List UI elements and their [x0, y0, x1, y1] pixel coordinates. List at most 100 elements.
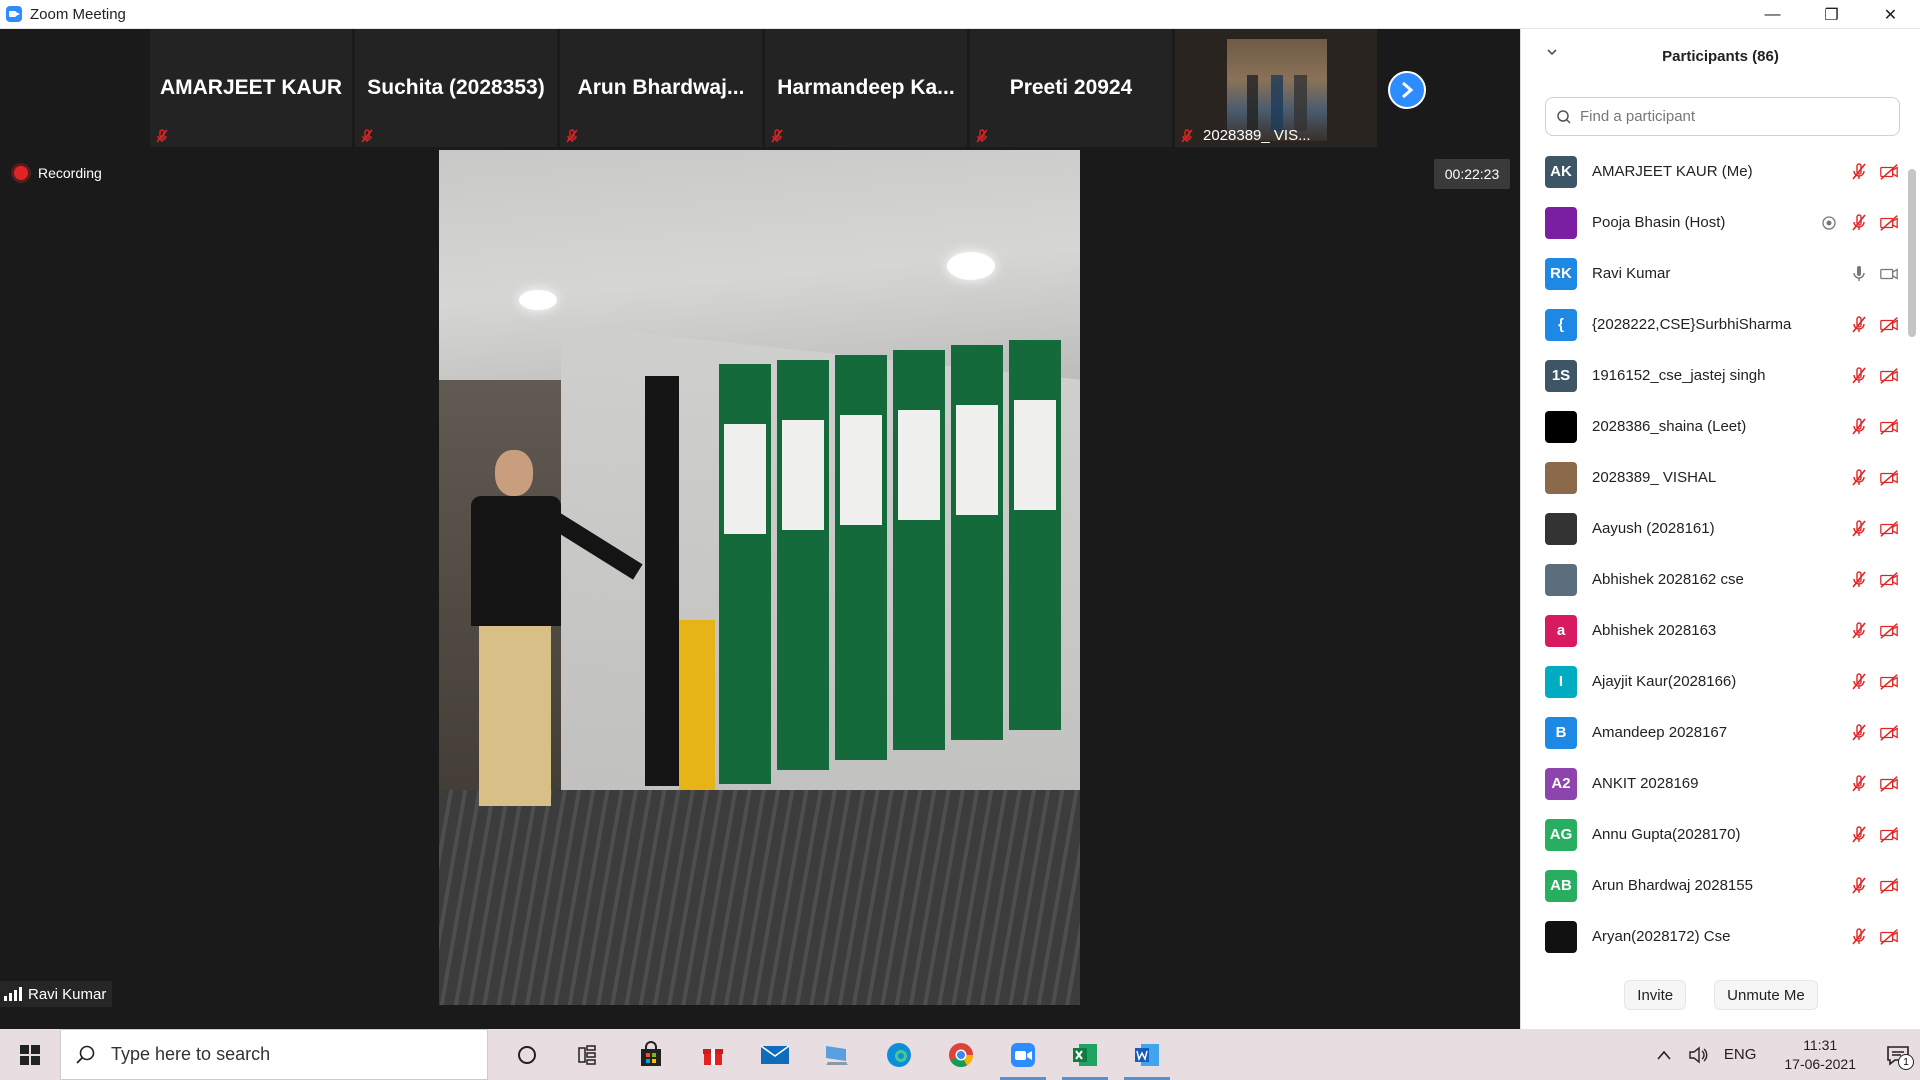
presenter-figure	[457, 450, 643, 840]
chrome-app[interactable]	[930, 1029, 992, 1080]
chevron-down-icon[interactable]	[1545, 45, 1559, 59]
windows-taskbar: ENG 11:31 17-06-2021 1	[0, 1029, 1920, 1080]
recording-indicator[interactable]: Recording	[14, 165, 102, 181]
muted-mic-icon	[1849, 570, 1869, 590]
participants-scrollbar[interactable]	[1908, 169, 1916, 969]
unmute-me-button[interactable]: Unmute Me	[1714, 980, 1818, 1010]
title-bar: Zoom Meeting — ❐ ✕	[0, 0, 1920, 29]
video-off-icon	[1879, 519, 1899, 539]
active-speaker-video[interactable]	[439, 150, 1080, 1005]
zoom-app[interactable]	[992, 1029, 1054, 1080]
participant-row[interactable]: Abhishek 2028162 cse	[1521, 554, 1907, 605]
active-speaker-name: Ravi Kumar	[28, 985, 107, 1003]
explorer-app[interactable]	[806, 1029, 868, 1080]
muted-mic-icon	[1849, 162, 1869, 182]
word-app[interactable]	[1116, 1029, 1178, 1080]
participant-name: Ravi Kumar	[1592, 265, 1671, 282]
participant-status-icons	[1849, 350, 1899, 401]
participant-name: {2028222,CSE}SurbhiSharma	[1592, 316, 1792, 333]
notification-count: 1	[1898, 1054, 1914, 1070]
restore-button[interactable]: ❐	[1802, 0, 1861, 29]
close-button[interactable]: ✕	[1861, 0, 1920, 29]
participant-row[interactable]: { {2028222,CSE}SurbhiSharma	[1521, 299, 1907, 350]
participant-row[interactable]: AB Arun Bhardwaj 2028155	[1521, 860, 1907, 911]
participant-row[interactable]: B Amandeep 2028167	[1521, 707, 1907, 758]
video-off-icon	[1879, 468, 1899, 488]
participants-panel: Participants (86) AK AMARJEET KAUR (Me) Po…	[1520, 29, 1920, 1029]
search-input[interactable]	[1580, 108, 1880, 125]
presenter-legs	[479, 626, 551, 806]
participant-row[interactable]: Aayush (2028161)	[1521, 503, 1907, 554]
video-off-icon	[1879, 162, 1899, 182]
gift-icon	[703, 1048, 723, 1065]
search-icon	[76, 1045, 95, 1064]
thumbnail-tile-video[interactable]: 2028389_ VIS...	[1175, 29, 1377, 147]
participant-row[interactable]: RK Ravi Kumar	[1521, 248, 1907, 299]
edge-app[interactable]	[868, 1029, 930, 1080]
thumbnail-tile[interactable]: Harmandeep Ka...	[765, 29, 967, 147]
taskbar-clock[interactable]: 11:31 17-06-2021	[1764, 1036, 1876, 1074]
participant-status-icons	[1849, 554, 1899, 605]
signal-strength-icon	[4, 987, 22, 1001]
muted-mic-icon	[1849, 213, 1869, 233]
muted-mic-icon	[361, 129, 373, 143]
participant-row[interactable]: AG Annu Gupta(2028170)	[1521, 809, 1907, 860]
avatar: 1S	[1545, 359, 1577, 392]
taskbar-search	[60, 1029, 488, 1080]
participant-status-icons	[1849, 401, 1899, 452]
participant-row[interactable]: Aryan(2028172) Cse	[1521, 911, 1907, 962]
participant-row[interactable]: a Abhishek 2028163	[1521, 605, 1907, 656]
window-controls: — ❐ ✕	[1743, 0, 1920, 29]
next-page-button[interactable]	[1388, 71, 1426, 109]
avatar: RK	[1545, 257, 1577, 290]
meeting-timer: 00:22:23	[1434, 159, 1510, 189]
participant-row[interactable]: Pooja Bhasin (Host)	[1521, 197, 1907, 248]
invite-button[interactable]: Invite	[1624, 980, 1687, 1010]
participants-list: AK AMARJEET KAUR (Me) Pooja Bhasin (Host) R…	[1521, 146, 1907, 974]
participant-row[interactable]: 2028389_ VISHAL	[1521, 452, 1907, 503]
participant-row[interactable]: 2028386_shaina (Leet)	[1521, 401, 1907, 452]
avatar: B	[1545, 716, 1577, 749]
wall-panel	[951, 345, 1003, 740]
muted-mic-icon	[771, 129, 783, 143]
participant-row[interactable]: AK AMARJEET KAUR (Me)	[1521, 146, 1907, 197]
scrollbar-thumb[interactable]	[1908, 169, 1916, 337]
word-icon	[1135, 1043, 1159, 1066]
action-center-button[interactable]: 1	[1876, 1029, 1920, 1080]
participant-name: Pooja Bhasin (Host)	[1592, 214, 1726, 231]
thumbnail-tile[interactable]: Preeti 20924	[970, 29, 1172, 147]
excel-icon	[1073, 1043, 1097, 1066]
minimize-button[interactable]: —	[1743, 0, 1802, 29]
taskbar-search-input[interactable]	[111, 1044, 431, 1065]
tray-overflow-button[interactable]	[1648, 1049, 1680, 1061]
clock-date: 17-06-2021	[1784, 1055, 1856, 1072]
task-view-button[interactable]	[558, 1029, 620, 1080]
participant-name: Aayush (2028161)	[1592, 520, 1715, 537]
windows-logo-icon	[20, 1044, 40, 1065]
thumbnail-tile[interactable]: AMARJEET KAUR	[150, 29, 352, 147]
participant-row[interactable]: I Ajayjit Kaur(2028166)	[1521, 656, 1907, 707]
store-app[interactable]	[620, 1029, 682, 1080]
thumbnail-tile[interactable]: Suchita (2028353)	[355, 29, 557, 147]
start-button[interactable]	[0, 1029, 60, 1080]
volume-button[interactable]	[1680, 1046, 1716, 1064]
thumbnail-tile[interactable]: Arun Bhardwaj...	[560, 29, 762, 147]
muted-mic-icon	[1849, 927, 1869, 947]
participant-name: Aryan(2028172) Cse	[1592, 928, 1731, 945]
participant-name: Abhishek 2028163	[1592, 622, 1717, 639]
participant-name: 2028389_ VISHAL	[1592, 469, 1717, 486]
wall-panel	[719, 364, 771, 784]
mail-app[interactable]	[744, 1029, 806, 1080]
cortana-button[interactable]	[496, 1029, 558, 1080]
recording-status-icon	[1819, 213, 1839, 233]
ceiling-light	[519, 290, 557, 310]
meeting-area: AMARJEET KAUR Suchita (2028353) Arun Bha…	[0, 29, 1520, 1029]
avatar: {	[1545, 308, 1577, 341]
participant-status-icons	[1849, 656, 1899, 707]
participant-row[interactable]: 1S 1916152_cse_jastej singh	[1521, 350, 1907, 401]
gift-app[interactable]	[682, 1029, 744, 1080]
participant-row[interactable]: A2 ANKIT 2028169	[1521, 758, 1907, 809]
thumbnail-name: AMARJEET KAUR	[159, 76, 342, 99]
language-indicator[interactable]: ENG	[1716, 1046, 1765, 1063]
excel-app[interactable]	[1054, 1029, 1116, 1080]
